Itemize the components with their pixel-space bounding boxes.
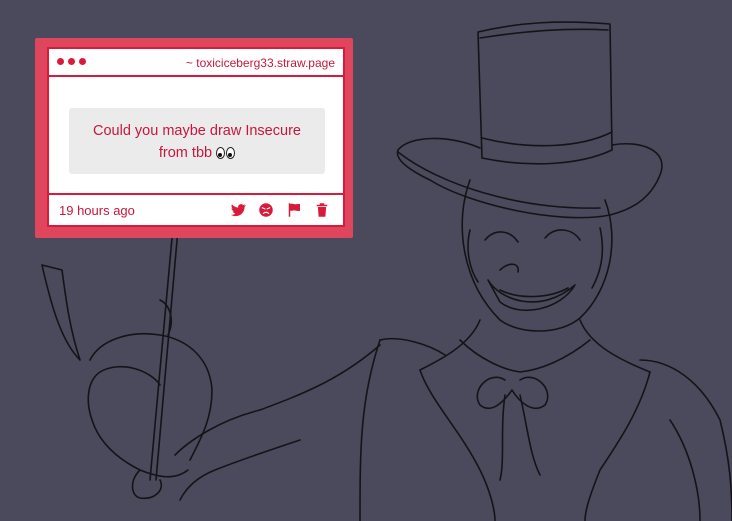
eyes-emoji-icon (216, 147, 236, 159)
dot-icon (79, 58, 86, 65)
question-line-1: Could you maybe draw Insecure (93, 123, 301, 139)
window-dots (57, 58, 86, 65)
dot-icon (57, 58, 64, 65)
angry-face-icon[interactable] (257, 201, 275, 219)
question-card: ~ toxiciceberg33.straw.page Could you ma… (47, 47, 345, 227)
card-header: ~ toxiciceberg33.straw.page (49, 49, 343, 77)
question-bubble: Could you maybe draw Insecure from tbb (69, 108, 325, 174)
site-url[interactable]: ~ toxiciceberg33.straw.page (186, 56, 335, 70)
question-line-2: from tbb (158, 145, 213, 161)
flag-icon[interactable] (285, 201, 303, 219)
timestamp: 19 hours ago (59, 203, 135, 218)
trash-icon[interactable] (313, 201, 331, 219)
twitter-icon[interactable] (229, 201, 247, 219)
dot-icon (68, 58, 75, 65)
action-bar (229, 201, 331, 219)
card-footer: 19 hours ago (49, 193, 343, 225)
